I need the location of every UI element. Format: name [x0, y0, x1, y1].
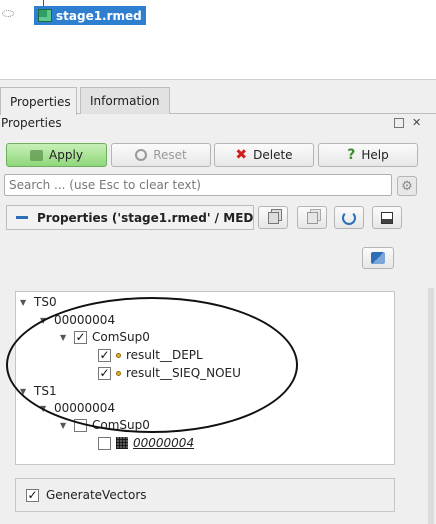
search-input[interactable]	[4, 174, 392, 196]
refresh-button[interactable]	[334, 206, 364, 229]
node-field-icon	[116, 352, 121, 358]
cube-icon	[38, 9, 52, 22]
expand-icon[interactable]: ▼	[40, 404, 49, 413]
delete-label: Delete	[253, 148, 293, 162]
tree-row-ts1-leaf[interactable]: 00000004	[98, 434, 194, 452]
checkbox-field-depl[interactable]: ✓	[98, 348, 111, 362]
apply-button[interactable]: Apply	[6, 143, 107, 167]
help-label: Help	[361, 148, 389, 162]
field-tree: ▼ TS0 ▼ 00000004 ▼ ✓ ComSup0 ✓ result__D…	[15, 291, 395, 465]
tree-row-ts1-support[interactable]: ▼ ComSup0	[60, 416, 150, 434]
float-panel-button[interactable]	[394, 118, 404, 128]
tab-information[interactable]: Information	[80, 87, 170, 114]
refresh-icon	[342, 210, 356, 225]
node-field-icon	[116, 370, 121, 376]
help-button[interactable]: ? Help	[318, 143, 418, 167]
tree-label: TS0	[34, 295, 57, 309]
reset-label: Reset	[153, 148, 187, 162]
tree-row-ts1-step[interactable]: ▼ 00000004	[40, 399, 115, 417]
expand-icon[interactable]: ▼	[60, 421, 69, 430]
properties-section-header[interactable]: Properties ('stage1.rmed' / MED Re	[6, 205, 254, 230]
paste-button[interactable]	[297, 206, 327, 229]
expand-icon[interactable]: ▼	[60, 333, 69, 342]
pipeline-item-stage1[interactable]: stage1.rmed	[34, 6, 146, 25]
pipeline-item-label: stage1.rmed	[56, 8, 142, 23]
advanced-settings-button[interactable]: ⚙	[397, 176, 417, 196]
tree-label: ComSup0	[92, 418, 150, 432]
tab-properties[interactable]: Properties	[0, 87, 77, 115]
expand-icon[interactable]: ▼	[20, 387, 29, 396]
checkbox-ts1-leaf[interactable]	[98, 436, 111, 450]
tree-label: TS1	[34, 384, 57, 398]
delete-icon: ✖	[235, 147, 248, 163]
tree-row-ts0-support[interactable]: ▼ ✓ ComSup0	[60, 328, 150, 346]
tree-row-ts0[interactable]: ▼ TS0	[20, 293, 57, 311]
help-icon: ?	[347, 147, 356, 163]
eye-icon[interactable]	[2, 10, 14, 17]
copy-button[interactable]	[258, 206, 288, 229]
checkbox-ts1-support[interactable]	[74, 418, 87, 432]
tree-row-ts1[interactable]: ▼ TS1	[20, 382, 57, 400]
tree-label: result__DEPL	[126, 348, 203, 362]
paste-icon	[306, 211, 318, 224]
reset-button[interactable]: Reset	[111, 143, 211, 167]
generate-vectors-option[interactable]: ✓ GenerateVectors	[15, 478, 395, 512]
reset-icon	[135, 149, 148, 161]
gear-icon: ⚙	[401, 178, 413, 194]
section-title: Properties ('stage1.rmed' / MED Re	[37, 210, 254, 225]
mesh-icon	[116, 437, 128, 449]
checkbox-ts0-support[interactable]: ✓	[74, 330, 87, 344]
tree-label: 00000004	[54, 313, 116, 327]
swap-button[interactable]	[362, 247, 394, 269]
delete-button[interactable]: ✖ Delete	[214, 143, 314, 167]
checkbox-field-sieq[interactable]: ✓	[98, 366, 111, 380]
tree-row-field-depl[interactable]: ✓ result__DEPL	[98, 346, 203, 364]
save-icon	[381, 211, 393, 224]
tree-label: ComSup0	[92, 330, 150, 344]
tree-row-ts0-step[interactable]: ▼ 00000004	[40, 311, 115, 329]
generate-vectors-label: GenerateVectors	[46, 488, 147, 502]
tab-bar: Properties Information	[0, 87, 436, 115]
apply-icon	[30, 149, 44, 161]
collapse-icon	[16, 216, 28, 219]
swap-icon	[371, 252, 385, 264]
copy-icon	[267, 211, 279, 224]
tree-row-field-sieq[interactable]: ✓ result__SIEQ_NOEU	[98, 364, 241, 382]
tree-label: 00000004	[54, 401, 116, 415]
save-button[interactable]	[372, 206, 402, 229]
scrollbar[interactable]	[428, 288, 434, 524]
checkbox-generate-vectors[interactable]: ✓	[26, 488, 39, 502]
tree-label: result__SIEQ_NOEU	[126, 366, 241, 380]
tree-label: 00000004	[133, 436, 195, 450]
close-panel-button[interactable]: ✕	[412, 117, 422, 128]
pipeline-browser: stage1.rmed	[0, 0, 436, 80]
expand-icon[interactable]: ▼	[40, 316, 49, 325]
panel-title: Properties	[1, 116, 62, 130]
expand-icon[interactable]: ▼	[20, 298, 29, 307]
apply-label: Apply	[49, 148, 83, 162]
